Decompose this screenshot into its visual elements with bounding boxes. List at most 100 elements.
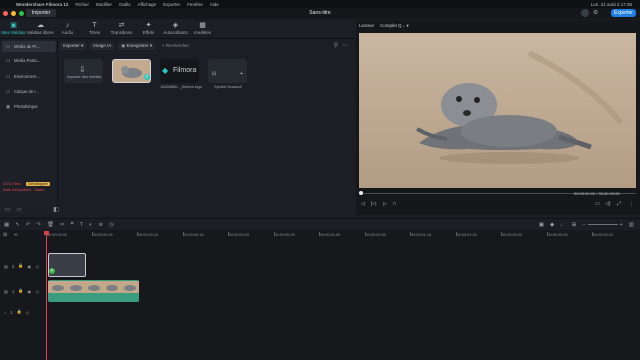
open-folder-icon[interactable]: ▱	[17, 206, 22, 213]
color-icon[interactable]: ◐	[89, 222, 92, 228]
speaker-icon[interactable]: ◁	[26, 310, 29, 315]
import-dropdown[interactable]: Importer ▾	[60, 41, 87, 50]
tab-titres[interactable]: T Titres	[81, 20, 108, 38]
filmora-window: Wondershare Filmora 12 Fichier Modifier …	[0, 0, 640, 360]
menu-fichier[interactable]: Fichier	[75, 2, 89, 7]
tab-autocollants[interactable]: ◈ Autocollants	[162, 20, 189, 38]
folder-icon: ▭	[5, 88, 11, 95]
playhead-handle[interactable]	[44, 231, 49, 235]
settings-gear-icon[interactable]: ⚙	[593, 9, 598, 16]
sidebar-footer: ▭ ▱ ◧	[0, 204, 59, 214]
volume-icon[interactable]: ◁)	[605, 201, 611, 207]
stop-icon[interactable]: □	[393, 201, 396, 207]
menu-fenetre[interactable]: Fenêtre	[187, 2, 203, 7]
sidebar-item-media-partage[interactable]: ▭ Média Parta...	[2, 55, 56, 66]
audio-wave-icon[interactable]: ≋	[98, 222, 103, 228]
record-dropdown[interactable]: ◉ Enregistrer ▾	[118, 41, 156, 50]
zoom-slider[interactable]	[587, 224, 618, 225]
more-options-icon[interactable]: ⋯	[342, 42, 348, 49]
folder-media-icon: ▣	[10, 22, 17, 29]
tab-transitions[interactable]: ⇄ Transitions	[108, 20, 135, 38]
video-clip[interactable]	[48, 280, 139, 302]
close-window-icon[interactable]	[3, 11, 8, 16]
new-folder-icon[interactable]: ▭	[5, 206, 11, 213]
search-input[interactable]: ⌕ Rechercher	[159, 42, 192, 50]
eye-icon[interactable]: ◉	[28, 289, 32, 294]
quality-dropdown[interactable]: Complet Q... ▾	[380, 23, 409, 29]
tab-modeles[interactable]: ▦ modèles	[189, 20, 216, 38]
import-button[interactable]: Importer	[26, 9, 56, 17]
text-icon[interactable]: T	[80, 222, 83, 228]
ai-image-button[interactable]: Image IA	[90, 41, 115, 50]
avatar[interactable]	[581, 9, 589, 17]
track-header-video-1: ▤ 1 🔒 ◉ ◁	[4, 288, 39, 294]
search-icon: ⌕	[162, 42, 165, 48]
undo-icon[interactable]: ↶	[26, 222, 31, 228]
snapshot-icon[interactable]: ▭	[595, 201, 600, 207]
preview-progress-bar[interactable]: 00:00:00:00 / 00:00:00:05	[359, 191, 636, 196]
add-track-icon[interactable]: ⊞	[3, 232, 7, 238]
menu-app-name[interactable]: Wondershare Filmora 12	[16, 2, 68, 7]
speaker-icon[interactable]: ◁	[35, 264, 38, 269]
select-cursor-icon[interactable]: ↖	[15, 222, 20, 228]
crop-icon[interactable]: ⌗	[71, 221, 74, 228]
sidebar-item-media-projet[interactable]: ▭ Média de Pr...	[2, 41, 56, 52]
redo-icon[interactable]: ↷	[36, 222, 41, 228]
speed-icon[interactable]: ◷	[109, 222, 114, 228]
timeline-settings-icon[interactable]: ▥	[629, 222, 634, 228]
tab-medias-libres[interactable]: ☁ Médias libres	[27, 20, 54, 38]
snap-icon[interactable]: ⊞	[572, 222, 577, 228]
tab-effets[interactable]: ✦ Effets	[135, 20, 162, 38]
export-button[interactable]: Exporter	[611, 9, 636, 17]
zoom-out-icon[interactable]: −	[582, 222, 585, 228]
menu-outils[interactable]: Outils	[119, 2, 131, 7]
tab-lecteur[interactable]: Lecteur	[359, 23, 374, 28]
sidebar-item-phototheque[interactable]: ◉ Photothèque	[2, 101, 56, 112]
link-icon[interactable]: ∞	[14, 232, 18, 238]
eye-icon[interactable]: ◉	[28, 264, 32, 269]
ruler-tick-label: 00:00:00:20	[229, 233, 250, 237]
more-icon[interactable]: ⋮	[629, 201, 634, 207]
track-video-icon: ▤	[4, 288, 8, 294]
develop-badge[interactable]: Développer	[26, 182, 50, 186]
add-to-timeline-icon[interactable]: +	[240, 71, 243, 77]
tab-audio[interactable]: ♪ Audio	[54, 20, 81, 38]
delete-icon[interactable]: 🗑	[47, 222, 54, 228]
media-card-synth[interactable]: ⊟ +	[208, 59, 247, 83]
sidebar-item-calque[interactable]: ▭ Calque de r...	[2, 86, 56, 97]
sticker-icon: ◈	[172, 22, 179, 29]
plan-badge: 4GG-Filmc	[3, 182, 22, 186]
zoom-in-icon[interactable]: +	[620, 222, 623, 228]
cloud-media-icon: ☁	[37, 22, 44, 29]
minimize-window-icon[interactable]	[11, 11, 16, 16]
progress-handle[interactable]	[359, 191, 363, 195]
marker-icon[interactable]: ◆	[550, 222, 554, 228]
lock-icon[interactable]: 🔒	[16, 309, 21, 315]
sidebar-item-environnement[interactable]: ▭ Environnem...	[2, 71, 56, 82]
media-card-seal-video[interactable]: ✓	[112, 59, 151, 83]
step-back-icon[interactable]: ◁	[361, 201, 365, 207]
menu-affichage[interactable]: Affichage	[137, 2, 156, 7]
tab-mes-medias[interactable]: ▣ Mes Médias	[0, 20, 27, 38]
menu-aide[interactable]: Aide	[210, 2, 219, 7]
layout-grid-icon[interactable]: ▦	[4, 222, 9, 228]
play-icon[interactable]: ▷	[383, 201, 387, 207]
media-card-filmora-logo[interactable]: ◆ Filmora	[160, 59, 199, 83]
menu-exporter[interactable]: Exporter	[163, 2, 180, 7]
mic-icon[interactable]: ♩	[560, 222, 566, 228]
fullscreen-icon[interactable]: ⤢	[617, 201, 621, 207]
render-icon[interactable]: ▣	[539, 222, 544, 228]
filter-icon[interactable]: ⚲	[334, 42, 338, 49]
lock-icon[interactable]: 🔒	[18, 288, 23, 294]
speaker-icon[interactable]: ◁	[35, 289, 38, 294]
menu-modifier[interactable]: Modifier	[96, 2, 112, 7]
import-media-card[interactable]: ⇩	[64, 59, 103, 83]
split-icon[interactable]: ✂	[60, 222, 65, 228]
lock-icon[interactable]: 🔒	[18, 263, 23, 269]
record-icon: ◉	[121, 42, 126, 48]
zoom-window-icon[interactable]	[19, 11, 24, 16]
prev-frame-icon[interactable]: |◁	[371, 201, 376, 207]
playhead[interactable]	[46, 231, 47, 360]
preview-video[interactable]	[359, 33, 636, 188]
collapse-panel-icon[interactable]: ◧	[53, 206, 59, 213]
